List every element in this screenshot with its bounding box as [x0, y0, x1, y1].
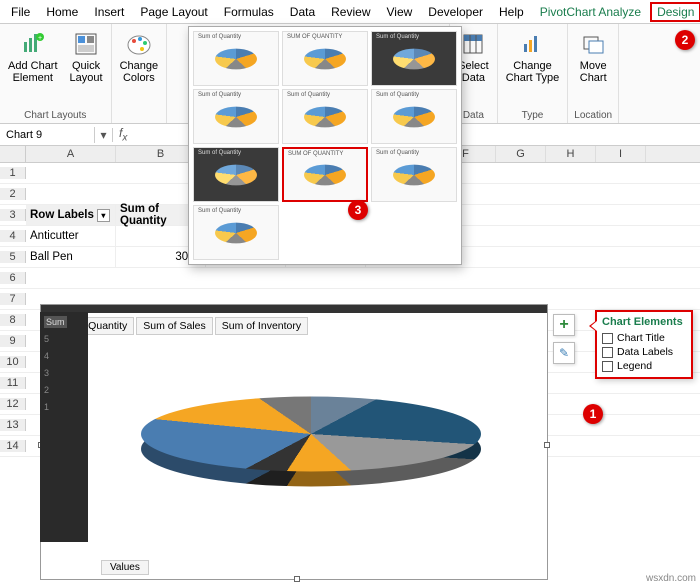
quick-layout-icon: [72, 30, 100, 58]
col-i[interactable]: I: [596, 146, 646, 162]
move-chart-icon: [579, 30, 607, 58]
tab-formulas[interactable]: Formulas: [217, 2, 281, 22]
add-element-icon: +: [19, 30, 47, 58]
sum-short-label: Sum: [44, 316, 67, 328]
quick-layout-label: Quick Layout: [70, 60, 103, 84]
tab-data[interactable]: Data: [283, 2, 322, 22]
fx-icon[interactable]: fx: [113, 126, 133, 143]
tab-design[interactable]: Design: [650, 2, 700, 22]
tab-pivotchart-analyze[interactable]: PivotChart Analyze: [533, 2, 648, 22]
style-option-8-selected[interactable]: SUM OF QUANTITY: [282, 147, 368, 202]
group-data: Data: [463, 108, 484, 123]
chart-elements-header: Chart Elements: [602, 316, 686, 331]
checkbox-icon[interactable]: [602, 333, 613, 344]
group-type: Type: [522, 108, 544, 123]
quick-layout-button[interactable]: Quick Layout: [68, 28, 105, 86]
style-option-7[interactable]: Sum of Quantity: [193, 147, 279, 202]
change-colors-label: Change Colors: [120, 60, 159, 84]
style-option-3[interactable]: Sum of Quantity: [371, 31, 457, 86]
callout-badge-3: 3: [348, 200, 368, 220]
filter-dropdown-icon[interactable]: ▾: [97, 209, 110, 222]
chart-elements-button[interactable]: +: [553, 314, 575, 336]
change-colors-button[interactable]: Change Colors: [118, 28, 161, 86]
style-option-4[interactable]: Sum of Quantity: [193, 89, 279, 144]
svg-text:+: +: [38, 35, 42, 42]
chart-elements-flyout: Chart Elements Chart Title Data Labels L…: [595, 310, 693, 379]
opt-chart-title[interactable]: Chart Title: [602, 331, 686, 345]
add-chart-element-button[interactable]: + Add Chart Element: [6, 28, 60, 86]
change-type-label: Change Chart Type: [506, 60, 560, 84]
style-option-10[interactable]: Sum of Quantity: [193, 205, 279, 260]
col-h[interactable]: H: [546, 146, 596, 162]
tab-file[interactable]: File: [4, 2, 37, 22]
watermark: wsxdn.com: [646, 573, 696, 584]
tab-review[interactable]: Review: [324, 2, 377, 22]
group-chart-layouts: Chart Layouts: [24, 108, 86, 123]
chart-values-button[interactable]: Values: [101, 560, 149, 575]
tab-home[interactable]: Home: [39, 2, 85, 22]
ribbon-tabs: File Home Insert Page Layout Formulas Da…: [0, 0, 700, 24]
opt-legend[interactable]: Legend: [602, 359, 686, 373]
chart-styles-button[interactable]: ✎: [553, 342, 575, 364]
style-option-5[interactable]: Sum of Quantity: [282, 89, 368, 144]
opt-data-labels[interactable]: Data Labels: [602, 345, 686, 359]
select-data-label: Select Data: [458, 60, 489, 84]
tab-view[interactable]: View: [380, 2, 420, 22]
group-location: Location: [574, 108, 612, 123]
move-chart-button[interactable]: Move Chart: [577, 28, 609, 86]
name-box-dropdown[interactable]: ▾: [95, 128, 113, 142]
cell-ballpen[interactable]: Ball Pen: [26, 247, 116, 267]
callout-badge-1: 1: [583, 404, 603, 424]
checkbox-icon[interactable]: [602, 347, 613, 358]
tab-developer[interactable]: Developer: [421, 2, 490, 22]
change-chart-type-button[interactable]: Change Chart Type: [504, 28, 562, 86]
select-data-icon: [459, 30, 487, 58]
chart-field-btn-sales[interactable]: Sum of Sales: [136, 317, 212, 335]
chart-field-btn-inv[interactable]: Sum of Inventory: [215, 317, 308, 335]
style-option-1[interactable]: Sum of Quantity: [193, 31, 279, 86]
pie-3d-plot: [141, 359, 481, 509]
style-option-6[interactable]: Sum of Quantity: [371, 89, 457, 144]
pivot-chart[interactable]: Sum of Quantity Sum of Sales Sum of Inve…: [40, 304, 548, 580]
cell-row-labels[interactable]: Row Labels▾: [26, 205, 116, 225]
add-element-label: Add Chart Element: [8, 60, 58, 84]
style-option-9[interactable]: Sum of Quantity: [371, 147, 457, 202]
move-chart-label: Move Chart: [580, 60, 607, 84]
col-g[interactable]: G: [496, 146, 546, 162]
brush-icon: ✎: [559, 346, 569, 360]
cell-anticutter[interactable]: Anticutter: [26, 226, 116, 246]
tab-insert[interactable]: Insert: [87, 2, 131, 22]
checkbox-icon[interactable]: [602, 361, 613, 372]
plus-icon: +: [559, 316, 568, 334]
name-box[interactable]: Chart 9: [0, 127, 95, 143]
palette-icon: [125, 30, 153, 58]
overlapping-chart-fragment: Sum 54321: [40, 312, 88, 542]
chart-styles-gallery: Sum of Quantity SUM OF QUANTITY Sum of Q…: [188, 26, 462, 265]
change-type-icon: [518, 30, 546, 58]
col-a[interactable]: A: [26, 146, 116, 162]
style-option-2[interactable]: SUM OF QUANTITY: [282, 31, 368, 86]
tab-help[interactable]: Help: [492, 2, 531, 22]
tab-page-layout[interactable]: Page Layout: [133, 2, 214, 22]
callout-badge-2: 2: [675, 30, 695, 50]
